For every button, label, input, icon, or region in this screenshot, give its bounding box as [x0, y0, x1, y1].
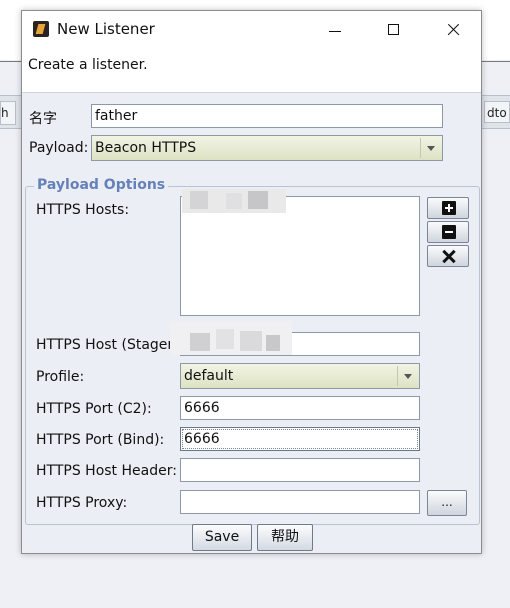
port-c2-label: HTTPS Port (C2): [36, 401, 152, 417]
name-label: 名字 [29, 111, 57, 127]
payload-select-value: Beacon HTTPS [95, 140, 197, 156]
clear-hosts-button[interactable] [427, 245, 469, 267]
app-logo-icon [33, 21, 49, 37]
host-header-label: HTTPS Host Header: [36, 463, 177, 479]
port-bind-field[interactable]: 6666 [180, 427, 420, 451]
help-button[interactable]: 帮助 [257, 524, 313, 551]
add-host-button[interactable] [427, 197, 469, 219]
plus-square-icon [442, 201, 456, 215]
form-content: 名字 father Payload: Beacon HTTPS Payload … [22, 93, 481, 553]
redacted-host-blur [182, 189, 286, 213]
minus-square-icon [442, 225, 456, 239]
profile-select-value: default [184, 368, 234, 384]
description-panel: Create a listener. [22, 49, 481, 93]
background-tab-left[interactable]: h [0, 101, 16, 125]
https-hosts-list[interactable] [180, 196, 420, 316]
background-tab-right[interactable]: dto [484, 101, 510, 123]
redacted-stager-blur [170, 321, 292, 355]
profile-label: Profile: [36, 369, 85, 385]
proxy-config-button[interactable]: ... [427, 490, 467, 516]
proxy-label: HTTPS Proxy: [36, 495, 128, 511]
save-button[interactable]: Save [192, 524, 252, 551]
chevron-down-icon[interactable] [397, 366, 417, 386]
host-header-field[interactable] [180, 458, 420, 482]
port-c2-field[interactable]: 6666 [180, 396, 420, 420]
maximize-icon[interactable] [371, 15, 417, 45]
stager-host-label: HTTPS Host (Stager [36, 337, 174, 353]
name-field[interactable]: father [91, 104, 443, 128]
port-bind-label: HTTPS Port (Bind): [36, 432, 165, 448]
https-hosts-label: HTTPS Hosts: [36, 202, 130, 218]
payload-label: Payload: [29, 140, 89, 156]
payload-select[interactable]: Beacon HTTPS [91, 135, 443, 161]
description-text: Create a listener. [28, 57, 148, 73]
close-icon[interactable] [430, 15, 476, 45]
new-listener-dialog: New Listener Create a listener. 名字 fathe… [21, 10, 482, 554]
minimize-icon[interactable] [312, 15, 358, 45]
chevron-down-icon[interactable] [420, 138, 440, 158]
remove-host-button[interactable] [427, 221, 469, 243]
window-title: New Listener [57, 20, 155, 38]
x-icon [442, 249, 456, 263]
proxy-field[interactable] [180, 490, 420, 514]
title-bar[interactable]: New Listener [22, 11, 481, 49]
profile-select[interactable]: default [180, 363, 420, 389]
payload-options-title: Payload Options [34, 177, 169, 193]
